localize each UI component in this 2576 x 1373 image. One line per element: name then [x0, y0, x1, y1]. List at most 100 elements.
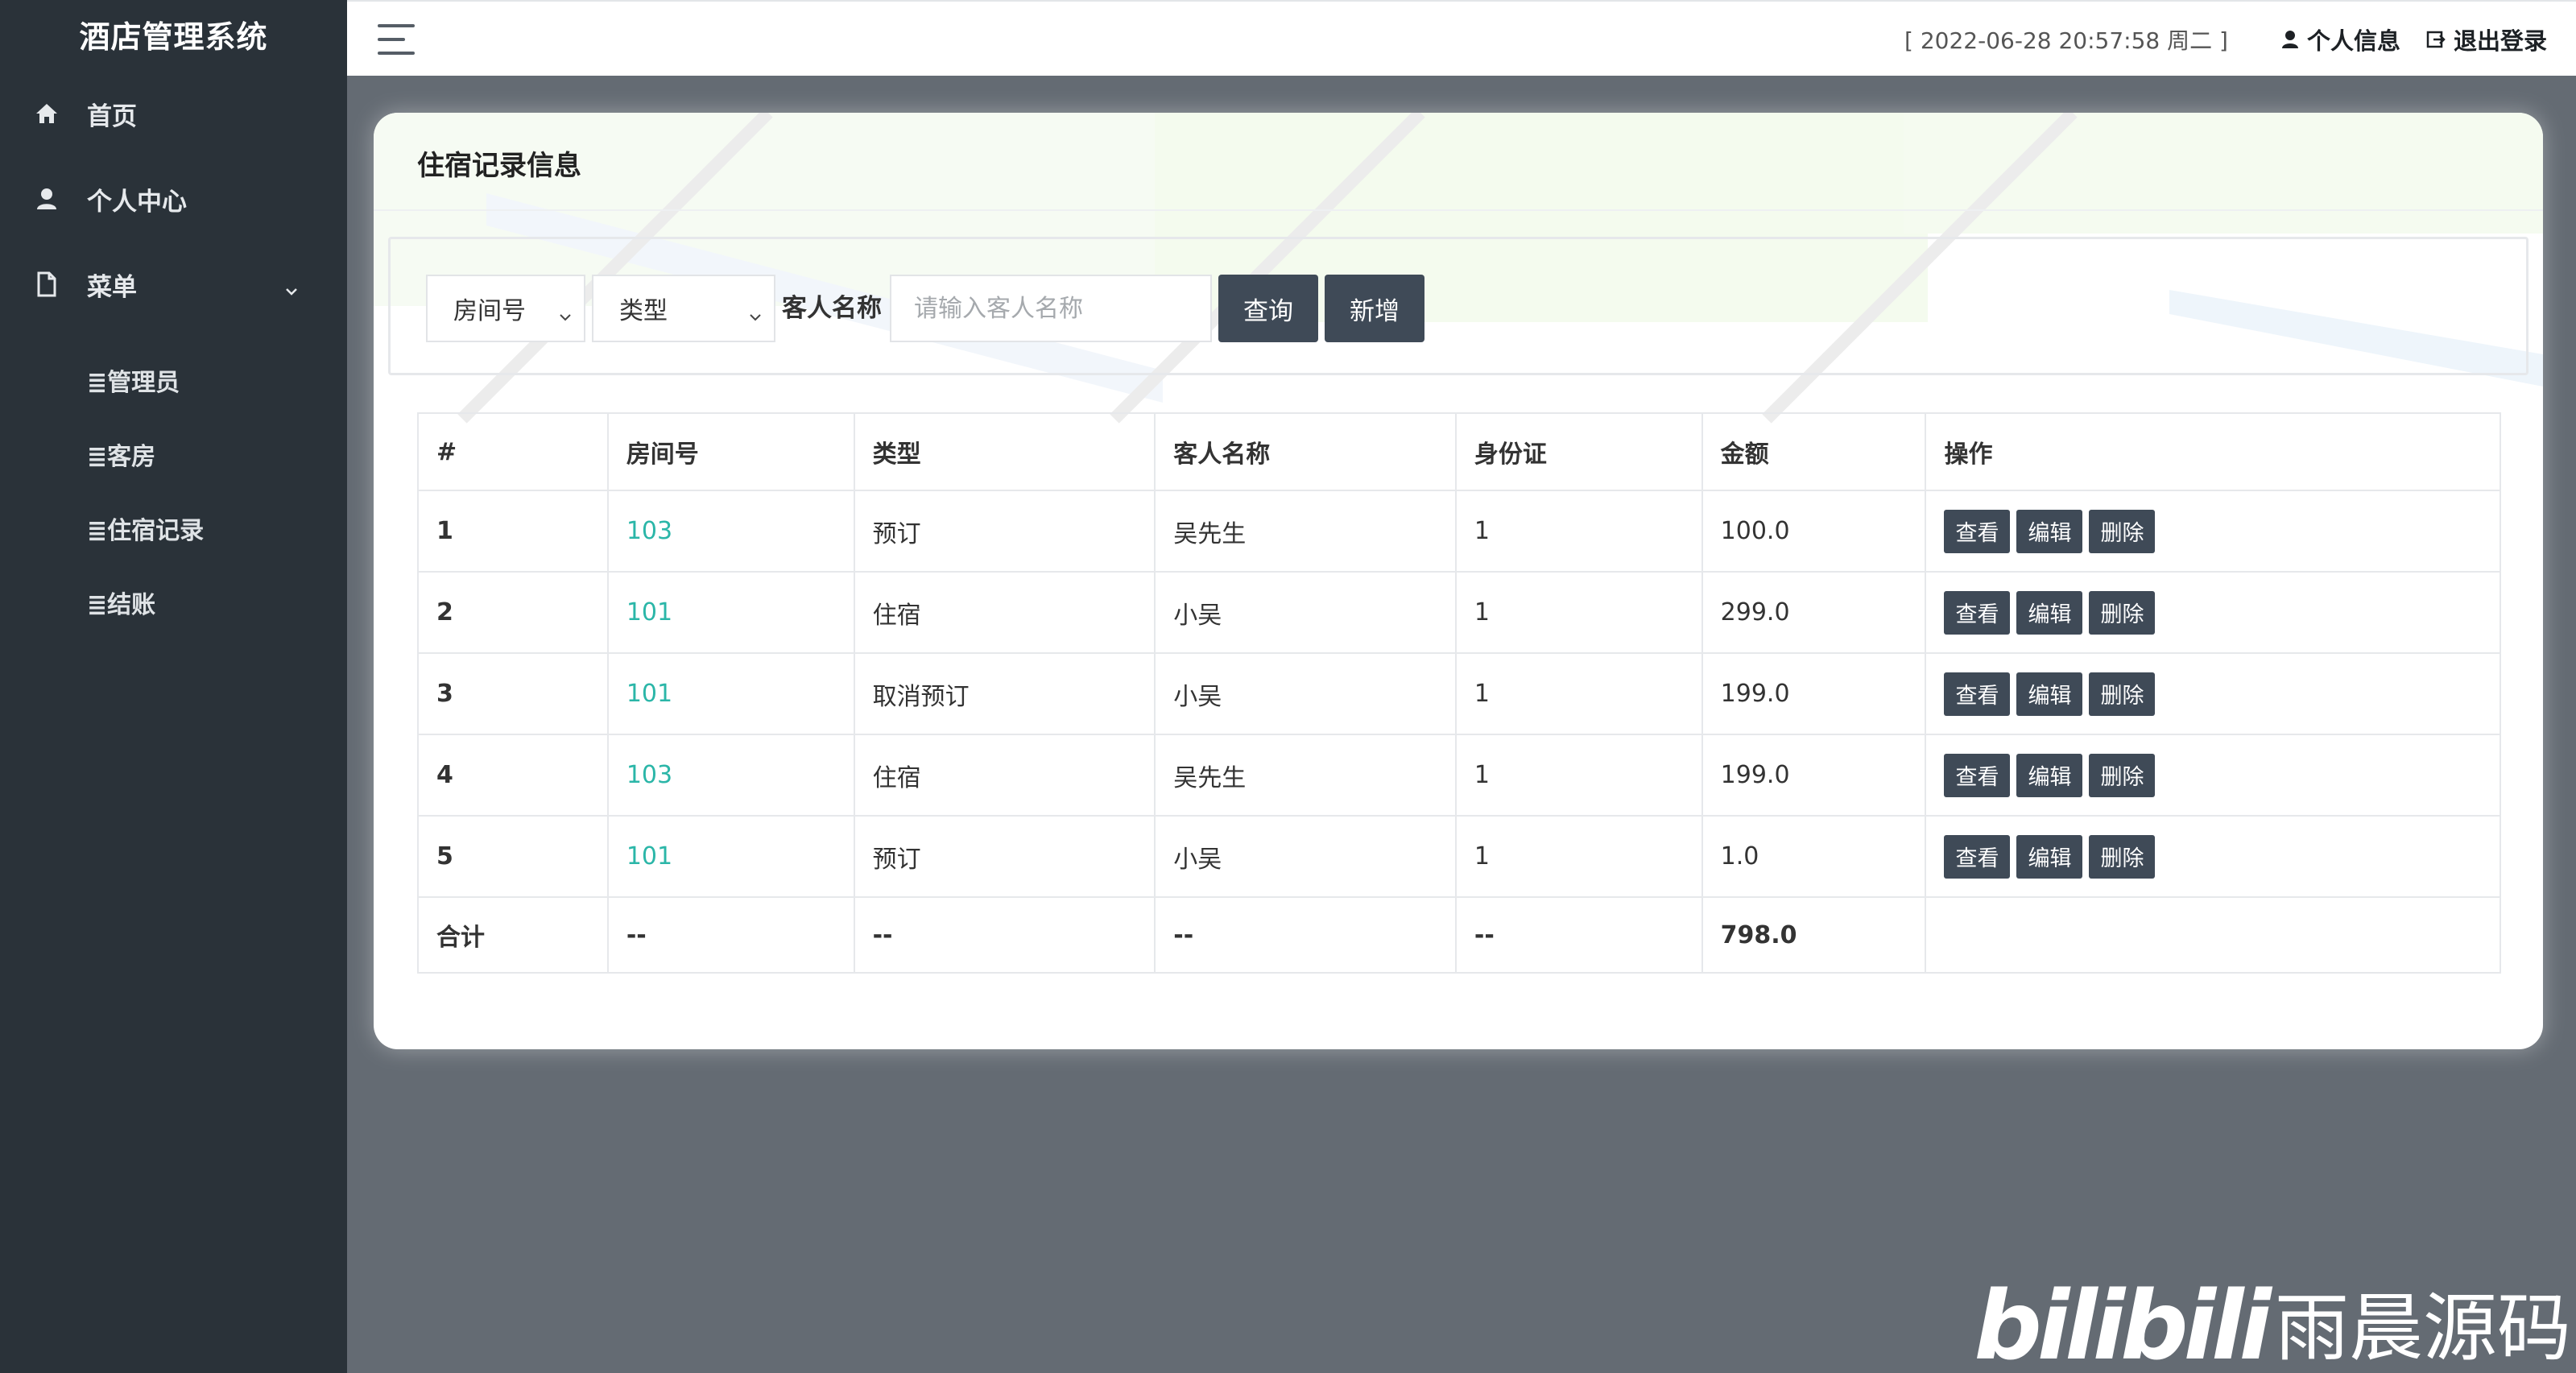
- row-index: 5: [417, 815, 609, 898]
- type-cell: 预订: [853, 815, 1156, 898]
- view-button[interactable]: 查看: [1944, 672, 2011, 716]
- profile-label: 个人信息: [2306, 27, 2400, 55]
- amount-cell: 100.0: [1701, 490, 1927, 573]
- column-header: 身份证: [1454, 412, 1703, 491]
- column-header: 类型: [853, 412, 1156, 491]
- file-icon: [31, 268, 63, 300]
- row-index: 2: [417, 571, 609, 654]
- logout-label: 退出登录: [2453, 27, 2547, 55]
- edit-button[interactable]: 编辑: [2016, 590, 2083, 635]
- guest-cell: 吴先生: [1154, 734, 1457, 817]
- actions-cell: 查看 编辑 删除: [1925, 734, 2501, 817]
- table-row: 2 101 住宿 小吴 1 299.0 查看 编辑 删除: [417, 571, 2501, 654]
- total-type: --: [853, 896, 1156, 974]
- actions-cell: 查看 编辑 删除: [1925, 490, 2501, 573]
- user-icon: [31, 183, 63, 215]
- edit-button[interactable]: 编辑: [2016, 834, 2083, 879]
- home-icon: [31, 97, 63, 130]
- id-card-cell: 1: [1454, 571, 1703, 654]
- id-card-cell: 1: [1454, 734, 1703, 817]
- sidebar-item-admin[interactable]: ≣管理员: [0, 343, 347, 417]
- delete-button[interactable]: 删除: [2089, 509, 2156, 553]
- id-card-cell: 1: [1454, 490, 1703, 573]
- actions-cell: 查看 编辑 删除: [1925, 652, 2501, 735]
- logout-icon: [2426, 31, 2446, 48]
- table-row: 5 101 预订 小吴 1 1.0 查看 编辑 删除: [417, 815, 2501, 898]
- type-select[interactable]: 类型: [592, 275, 775, 342]
- table-header-row: # 房间号 类型 客人名称 身份证 金额 操作: [417, 412, 2501, 491]
- stay-records-table: # 房间号 类型 客人名称 身份证 金额 操作 1 103 预订 吴先生 1 1…: [417, 412, 2501, 974]
- chevron-down-icon: [748, 300, 763, 329]
- edit-button[interactable]: 编辑: [2016, 753, 2083, 797]
- view-button[interactable]: 查看: [1944, 509, 2011, 553]
- type-cell: 住宿: [853, 734, 1156, 817]
- add-button[interactable]: 新增: [1325, 275, 1424, 342]
- room-link[interactable]: 101: [606, 571, 855, 654]
- column-header: 操作: [1925, 412, 2501, 491]
- view-button[interactable]: 查看: [1944, 834, 2011, 879]
- total-actions: [1925, 896, 2501, 974]
- total-guest: --: [1154, 896, 1457, 974]
- room-link[interactable]: 103: [606, 734, 855, 817]
- row-index: 3: [417, 652, 609, 735]
- divider: [374, 209, 2543, 211]
- table-row: 3 101 取消预订 小吴 1 199.0 查看 编辑 删除: [417, 652, 2501, 735]
- menu-toggle-icon[interactable]: [378, 24, 415, 55]
- total-row: 合计 -- -- -- -- 798.0: [417, 896, 2501, 974]
- row-index: 4: [417, 734, 609, 817]
- search-panel: 房间号 类型 客人名称 查询 新增: [388, 237, 2528, 375]
- room-link[interactable]: 103: [606, 490, 855, 573]
- delete-button[interactable]: 删除: [2089, 753, 2156, 797]
- total-label: 合计: [417, 896, 609, 974]
- sidebar-item-profile[interactable]: 个人中心: [0, 156, 347, 242]
- type-select-value: 类型: [619, 297, 668, 325]
- content-card: 住宿记录信息 房间号 类型 客人名称 查询 新增 # 房间号: [374, 113, 2543, 1049]
- sidebar-item-stay-records[interactable]: ≣住宿记录: [0, 491, 347, 565]
- sidebar-item-rooms[interactable]: ≣客房: [0, 417, 347, 491]
- table-row: 4 103 住宿 吴先生 1 199.0 查看 编辑 删除: [417, 734, 2501, 817]
- logout-link[interactable]: 退出登录: [2426, 23, 2547, 56]
- total-room: --: [606, 896, 855, 974]
- guest-name-input[interactable]: [890, 275, 1212, 342]
- column-header: 房间号: [606, 412, 855, 491]
- id-card-cell: 1: [1454, 652, 1703, 735]
- view-button[interactable]: 查看: [1944, 590, 2011, 635]
- delete-button[interactable]: 删除: [2089, 672, 2156, 716]
- row-index: 1: [417, 490, 609, 573]
- column-header: 金额: [1701, 412, 1927, 491]
- amount-cell: 199.0: [1701, 734, 1927, 817]
- sidebar-item-label: 菜单: [87, 272, 137, 302]
- view-button[interactable]: 查看: [1944, 753, 2011, 797]
- actions-cell: 查看 编辑 删除: [1925, 571, 2501, 654]
- amount-cell: 1.0: [1701, 815, 1927, 898]
- table-row: 1 103 预订 吴先生 1 100.0 查看 编辑 删除: [417, 490, 2501, 573]
- actions-cell: 查看 编辑 删除: [1925, 815, 2501, 898]
- type-cell: 预订: [853, 490, 1156, 573]
- profile-link[interactable]: 个人信息: [2281, 23, 2400, 56]
- chevron-down-icon: [558, 300, 573, 329]
- edit-button[interactable]: 编辑: [2016, 509, 2083, 553]
- sidebar: 酒店管理系统 首页 个人中心 菜单 ≣管理员 ≣客房 ≣住宿记录 ≣结账: [0, 0, 347, 1373]
- room-link[interactable]: 101: [606, 815, 855, 898]
- guest-cell: 小吴: [1154, 571, 1457, 654]
- query-button[interactable]: 查询: [1218, 275, 1318, 342]
- room-link[interactable]: 101: [606, 652, 855, 735]
- sidebar-item-home[interactable]: 首页: [0, 71, 347, 156]
- guest-name-label: 客人名称: [782, 294, 882, 323]
- sidebar-item-checkout[interactable]: ≣结账: [0, 565, 347, 639]
- watermark-text: 雨晨源码: [2274, 1284, 2571, 1371]
- total-id-card: --: [1454, 896, 1703, 974]
- bilibili-logo: bilibili: [1974, 1270, 2272, 1373]
- room-select[interactable]: 房间号: [426, 275, 585, 342]
- amount-cell: 199.0: [1701, 652, 1927, 735]
- sidebar-item-menu[interactable]: 菜单: [0, 242, 347, 327]
- sidebar-submenu: ≣管理员 ≣客房 ≣住宿记录 ≣结账: [0, 327, 347, 639]
- delete-button[interactable]: 删除: [2089, 590, 2156, 635]
- delete-button[interactable]: 删除: [2089, 834, 2156, 879]
- column-header: 客人名称: [1154, 412, 1457, 491]
- guest-cell: 小吴: [1154, 652, 1457, 735]
- guest-cell: 小吴: [1154, 815, 1457, 898]
- amount-cell: 299.0: [1701, 571, 1927, 654]
- edit-button[interactable]: 编辑: [2016, 672, 2083, 716]
- page-title: 住宿记录信息: [417, 150, 581, 182]
